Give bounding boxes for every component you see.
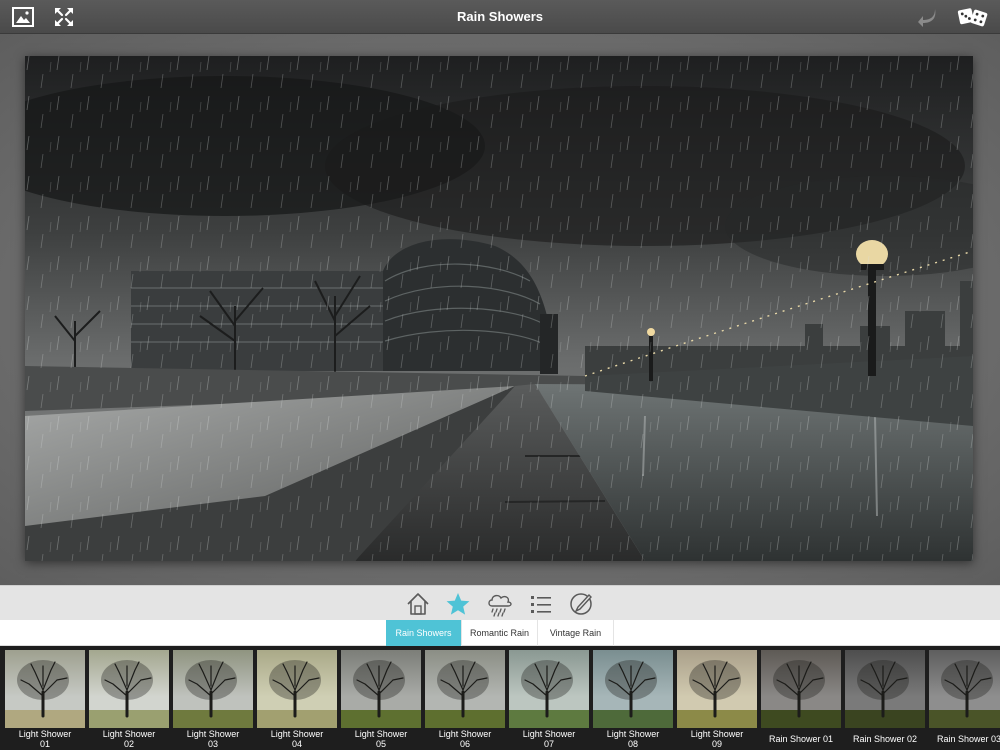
canvas-area <box>0 34 1000 585</box>
top-bar: Rain Showers <box>0 0 1000 34</box>
filter-label: Light Shower 04 <box>257 729 337 749</box>
filter-label-line2: 04 <box>291 739 302 749</box>
filter-thumbnail[interactable]: Light Shower 07 <box>509 650 589 750</box>
filter-label: Rain Shower 01 <box>761 734 841 744</box>
filter-preview-image <box>929 650 1000 728</box>
filter-label: Light Shower 08 <box>593 729 673 749</box>
filter-label: Light Shower 02 <box>89 729 169 749</box>
filter-label-line1: Light Shower <box>354 729 408 739</box>
filter-label-line2: 05 <box>375 739 386 749</box>
filter-thumbnail[interactable]: Rain Shower 03 <box>929 650 1000 750</box>
list-icon <box>531 596 551 613</box>
brush-icon <box>570 593 592 615</box>
filter-label-line2: 09 <box>711 739 722 749</box>
dice-icon <box>957 8 988 27</box>
filter-preview-image <box>593 650 673 728</box>
filter-label-line2: 03 <box>207 739 218 749</box>
filter-label-line1: Light Shower <box>102 729 156 739</box>
filter-thumbnail[interactable]: Light Shower 08 <box>593 650 673 750</box>
filter-preview-image <box>425 650 505 728</box>
filter-label-line2: 07 <box>543 739 554 749</box>
filter-label-line1: Light Shower <box>270 729 324 739</box>
filter-preview-image <box>257 650 337 728</box>
tab-rain-showers[interactable]: Rain Showers <box>386 620 462 646</box>
rainy-city-photo <box>25 56 973 561</box>
filter-label-line2: 02 <box>123 739 134 749</box>
page-title: Rain Showers <box>457 9 543 24</box>
filter-label-line1: Light Shower <box>522 729 576 739</box>
tool-bar <box>0 585 1000 620</box>
filter-preview-image <box>89 650 169 728</box>
filter-label: Light Shower 03 <box>173 729 253 749</box>
filter-label: Light Shower 09 <box>677 729 757 749</box>
filter-preview-image <box>761 650 841 728</box>
home-icon <box>407 593 429 615</box>
filter-label-line2: 06 <box>459 739 470 749</box>
favorites-button[interactable] <box>444 590 472 618</box>
filter-label-line1: Rain Shower 01 <box>768 734 834 744</box>
tab-vintage-rain[interactable]: Vintage Rain <box>538 620 614 646</box>
filter-preview-image <box>341 650 421 728</box>
filter-thumbnail[interactable]: Light Shower 02 <box>89 650 169 750</box>
filter-label-line1: Rain Shower 03 <box>936 734 1000 744</box>
filter-strip: Light Shower 01 Light Shower 02 Light Shower… <box>0 646 1000 750</box>
app-window: Rain Showers Rain Showers Romantic Rain … <box>0 0 1000 750</box>
filter-thumbnail[interactable]: Light Shower 06 <box>425 650 505 750</box>
filter-preview-image <box>509 650 589 728</box>
filter-label: Light Shower 06 <box>425 729 505 749</box>
star-icon <box>446 593 470 615</box>
filter-label: Light Shower 07 <box>509 729 589 749</box>
filter-label-line1: Light Shower <box>438 729 492 739</box>
filter-preview-image <box>677 650 757 728</box>
undo-button[interactable] <box>915 4 941 30</box>
rain-cloud-icon <box>488 594 512 617</box>
filter-thumbnail[interactable]: Rain Shower 02 <box>845 650 925 750</box>
brush-button[interactable] <box>567 590 595 618</box>
filter-label-line1: Rain Shower 02 <box>852 734 918 744</box>
filter-label-line1: Light Shower <box>186 729 240 739</box>
random-button[interactable] <box>957 4 989 30</box>
list-button[interactable] <box>527 590 555 618</box>
filter-label-line1: Light Shower <box>606 729 660 739</box>
filter-thumbnail[interactable]: Light Shower 03 <box>173 650 253 750</box>
category-tabs: Rain Showers Romantic Rain Vintage Rain <box>0 620 1000 646</box>
filter-label-line1: Light Shower <box>18 729 72 739</box>
filter-preview-image <box>173 650 253 728</box>
filter-label: Rain Shower 02 <box>845 734 925 744</box>
filter-thumbnail[interactable]: Light Shower 04 <box>257 650 337 750</box>
filter-thumbnail[interactable]: Rain Shower 01 <box>761 650 841 750</box>
home-button[interactable] <box>404 590 432 618</box>
tab-romantic-rain[interactable]: Romantic Rain <box>462 620 538 646</box>
filter-preview-image <box>5 650 85 728</box>
filter-label-line2: 08 <box>627 739 638 749</box>
filter-label-line1: Light Shower <box>690 729 744 739</box>
effects-button[interactable] <box>485 590 513 618</box>
filter-thumbnail[interactable]: Light Shower 09 <box>677 650 757 750</box>
filter-thumbnail[interactable]: Light Shower 05 <box>341 650 421 750</box>
filter-label: Light Shower 01 <box>5 729 85 749</box>
filter-preview-image <box>845 650 925 728</box>
filter-label-line2: 01 <box>39 739 50 749</box>
filter-label: Rain Shower 03 <box>929 734 1000 744</box>
filter-label: Light Shower 05 <box>341 729 421 749</box>
photo-canvas[interactable] <box>25 56 973 561</box>
undo-icon <box>918 9 936 27</box>
filter-thumbnail[interactable]: Light Shower 01 <box>5 650 85 750</box>
